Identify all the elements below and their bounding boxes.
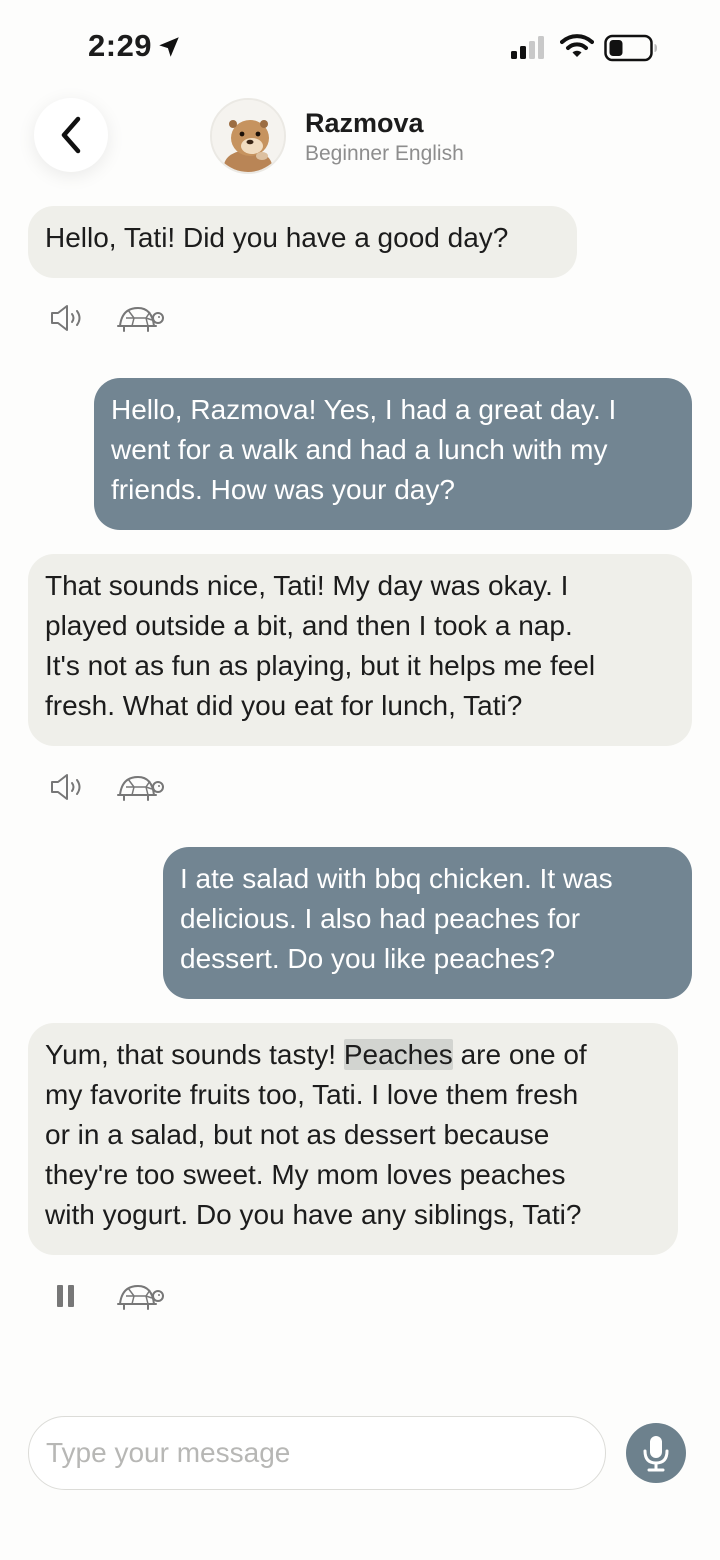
slow-speed-button[interactable] bbox=[116, 298, 166, 338]
turtle-icon bbox=[117, 307, 164, 332]
message-line: friends. How was your day? bbox=[111, 474, 455, 505]
message-line: Yum, that sounds tasty! Peaches are one … bbox=[45, 1035, 661, 1075]
wifi-icon bbox=[560, 34, 594, 57]
message-line: fresh. What did you eat for lunch, Tati? bbox=[45, 690, 523, 721]
pause-icon bbox=[57, 1285, 74, 1307]
highlighted-word[interactable]: Peaches bbox=[343, 1039, 453, 1070]
message-line: they're too sweet. My mom loves peaches bbox=[45, 1159, 566, 1190]
message-line: played outside a bit, and then I took a … bbox=[45, 610, 573, 641]
user-message-bubble: I ate salad with bbq chicken. It was del… bbox=[163, 847, 692, 999]
turtle-icon bbox=[117, 1285, 164, 1310]
cellular-signal-icon bbox=[511, 36, 544, 59]
message-line: or in a salad, but not as dessert becaus… bbox=[45, 1119, 550, 1150]
chevron-left-icon bbox=[61, 116, 81, 154]
header-subtitle: Beginner English bbox=[305, 142, 464, 165]
message-line: Hello, Tati! Did you have a good day? bbox=[45, 222, 509, 253]
back-button[interactable] bbox=[34, 98, 108, 172]
message-line: It's not as fun as playing, but it helps… bbox=[45, 650, 596, 681]
message-line: delicious. I also had peaches for bbox=[180, 903, 581, 934]
message-line: I ate salad with bbq chicken. It was bbox=[180, 863, 613, 894]
message-line: Hello, Razmova! Yes, I had a great day. … bbox=[111, 394, 617, 425]
speaker-icon bbox=[51, 305, 81, 331]
bot-message-bubble: That sounds nice, Tati! My day was okay.… bbox=[28, 554, 692, 746]
message-line: with yogurt. Do you have any siblings, T… bbox=[45, 1199, 582, 1230]
message-input[interactable] bbox=[29, 1417, 605, 1489]
message-line: dessert. Do you like peaches? bbox=[180, 943, 556, 974]
avatar bbox=[210, 98, 286, 174]
message-input-container bbox=[28, 1416, 606, 1490]
status-bar: 2:29 bbox=[0, 0, 720, 96]
play-audio-button[interactable] bbox=[48, 767, 86, 807]
status-time: 2:29 bbox=[88, 28, 153, 63]
microphone-button[interactable] bbox=[626, 1423, 686, 1483]
turtle-icon bbox=[117, 776, 164, 801]
slow-speed-button[interactable] bbox=[116, 1276, 166, 1316]
bot-message-bubble: Hello, Tati! Did you have a good day? bbox=[28, 206, 577, 278]
pause-audio-button[interactable] bbox=[48, 1276, 86, 1316]
message-text: are one of bbox=[452, 1039, 587, 1070]
speaker-icon bbox=[51, 774, 81, 800]
header-title: Razmova bbox=[305, 108, 424, 138]
battery-icon bbox=[604, 34, 657, 62]
message-text: Yum, that sounds tasty! bbox=[45, 1039, 344, 1070]
play-audio-button[interactable] bbox=[48, 298, 86, 338]
message-line: went for a walk and had a lunch with my bbox=[111, 434, 608, 465]
microphone-icon bbox=[643, 1436, 669, 1472]
user-message-bubble: Hello, Razmova! Yes, I had a great day. … bbox=[94, 378, 692, 530]
message-line: That sounds nice, Tati! My day was okay.… bbox=[45, 570, 569, 601]
location-arrow-icon bbox=[159, 37, 179, 57]
marmot-avatar-image bbox=[212, 100, 284, 172]
bot-message-bubble: Yum, that sounds tasty! Peaches are one … bbox=[28, 1023, 678, 1255]
slow-speed-button[interactable] bbox=[116, 767, 166, 807]
message-line: my favorite fruits too, Tati. I love the… bbox=[45, 1079, 579, 1110]
